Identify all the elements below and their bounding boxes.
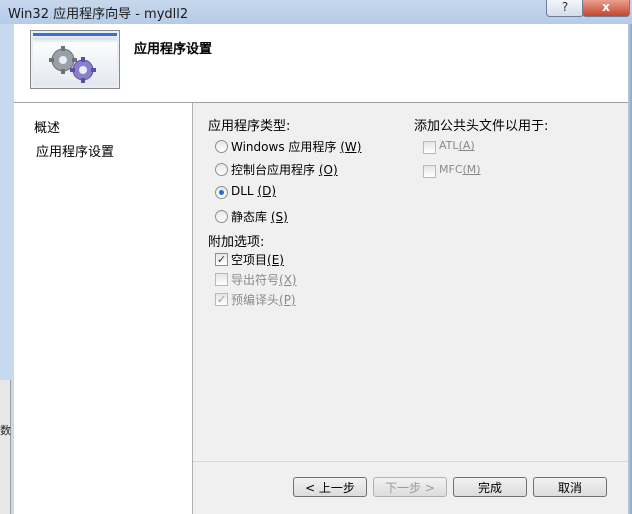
- checkbox-mfc-label: MFC: [439, 163, 463, 176]
- nav-item-overview[interactable]: 概述: [34, 117, 60, 136]
- radio-static-lib-key: (S): [270, 210, 288, 224]
- radio-circle-selected[interactable]: [215, 186, 228, 199]
- next-button[interactable]: 下一步 >: [373, 477, 447, 497]
- gears-icon: [49, 46, 96, 83]
- app-type-label: 应用程序类型:: [208, 119, 291, 134]
- settings-panel: 应用程序类型: Windows 应用程序 (W) 控制台应用程序 (O) DLL…: [193, 103, 628, 514]
- footer-divider: [193, 461, 628, 462]
- close-icon: x: [602, 0, 610, 14]
- common-headers-label: 添加公共头文件以用于:: [414, 119, 549, 134]
- dialog-client: 应用程序设置 概述 应用程序设置 应用程序类型: Windows 应用程序 (W…: [14, 24, 628, 514]
- help-icon: ?: [561, 0, 569, 14]
- checkbox-box-checked[interactable]: ✓: [215, 253, 228, 266]
- cancel-button[interactable]: 取消: [533, 477, 607, 497]
- radio-console-app-label: 控制台应用程序: [231, 163, 316, 177]
- window-title: Win32 应用程序向导 - mydll2: [8, 7, 189, 22]
- wizard-header: 应用程序设置: [14, 24, 628, 103]
- wizard-nav: 概述 应用程序设置: [14, 103, 193, 514]
- checkbox-box[interactable]: [215, 273, 228, 286]
- checkbox-atl-label: ATL: [439, 139, 459, 152]
- page-title: 应用程序设置: [134, 42, 213, 57]
- background-window-text: 数: [0, 424, 11, 437]
- checkbox-precompiled-header-key: (P): [279, 293, 296, 307]
- checkbox-export-symbols-key: (X): [279, 273, 297, 287]
- checkbox-mfc-key: (M): [462, 163, 481, 176]
- radio-windows-app-label: Windows 应用程序: [231, 140, 337, 154]
- finish-button[interactable]: 完成: [453, 477, 527, 497]
- checkbox-box-checked[interactable]: ✓: [215, 293, 228, 306]
- radio-dll-key: (D): [257, 184, 277, 198]
- title-bar[interactable]: Win32 应用程序向导 - mydll2 ? x: [0, 0, 632, 24]
- help-button[interactable]: ?: [546, 0, 584, 17]
- checkbox-empty-project-key: (E): [267, 253, 284, 267]
- checkbox-export-symbols-label: 导出符号: [231, 273, 280, 287]
- radio-circle[interactable]: [215, 163, 228, 176]
- background-window-strip: [0, 380, 11, 514]
- extra-options-label: 附加选项:: [208, 235, 265, 250]
- radio-dll-label: DLL: [231, 184, 254, 198]
- wizard-banner-image: [30, 30, 120, 89]
- checkbox-empty-project-label: 空项目: [231, 253, 268, 267]
- close-button[interactable]: x: [582, 0, 630, 17]
- checkbox-atl-key: (A): [458, 139, 475, 152]
- radio-console-app-key: (O): [318, 163, 338, 177]
- radio-static-lib-label: 静态库: [231, 210, 268, 224]
- window-frame-right: [628, 24, 632, 514]
- checkbox-box[interactable]: [423, 165, 436, 178]
- radio-circle[interactable]: [215, 140, 228, 153]
- checkbox-box[interactable]: [423, 141, 436, 154]
- nav-item-app-settings[interactable]: 应用程序设置: [36, 141, 114, 160]
- prev-button[interactable]: < 上一步: [293, 477, 367, 497]
- checkbox-precompiled-header-label: 预编译头: [231, 293, 280, 307]
- radio-windows-app-key: (W): [340, 140, 362, 154]
- radio-circle[interactable]: [215, 210, 228, 223]
